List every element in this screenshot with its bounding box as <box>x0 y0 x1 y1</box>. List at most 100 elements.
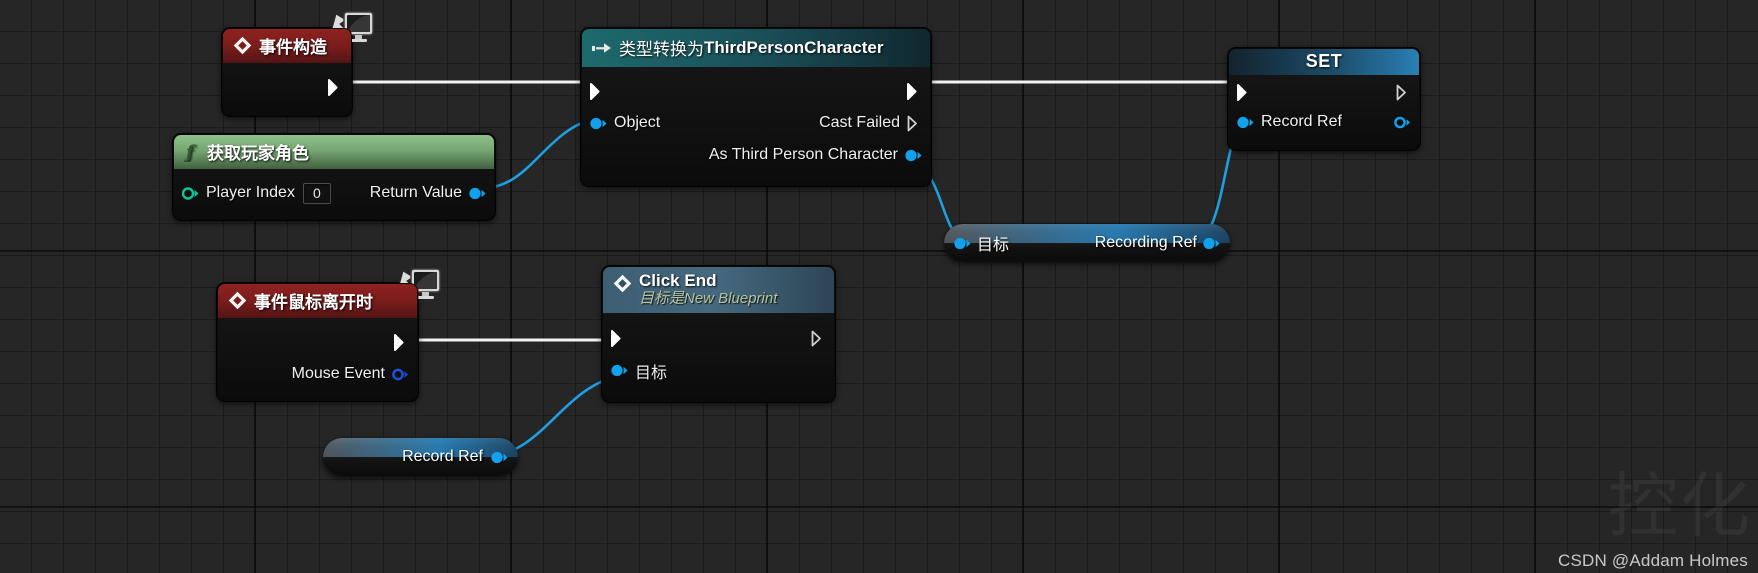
exec-out-pin[interactable] <box>328 78 343 96</box>
target-in-pin[interactable] <box>611 364 628 377</box>
cast-object-left: Object <box>582 114 660 132</box>
as-third-person-character-pin[interactable] <box>905 149 922 162</box>
click-end-exec-in-left <box>603 330 626 348</box>
set-record-ref-label: Record Ref <box>1261 113 1342 130</box>
player-index-value[interactable]: 0 <box>302 182 331 204</box>
click-end-exec-row <box>603 323 834 355</box>
cast-arrow-icon <box>592 41 612 55</box>
event-mouse-leave-title: 事件鼠标离开时 <box>254 293 373 312</box>
mouse-leave-exec-row <box>218 326 417 358</box>
node-event-mouse-leave[interactable]: 事件鼠标离开时 Mouse Event <box>217 268 441 401</box>
node-set-record-ref[interactable]: SET Record Ref <box>1228 48 1420 150</box>
exec-out-pin[interactable] <box>907 82 922 100</box>
cast-node-title-bar: 类型转换为 ThirdPersonCharacter <box>582 29 930 67</box>
return-value-pin[interactable] <box>469 187 486 200</box>
record-ref-in-pin[interactable] <box>1237 116 1254 129</box>
function-f-icon: ƒ <box>184 142 200 162</box>
get-player-character-body: ƒ 获取玩家角色 Player Index 0 Return Value <box>173 134 495 220</box>
cast-exec-out-right <box>907 82 930 100</box>
get-player-character-title: 获取玩家角色 <box>207 144 309 163</box>
recording-ref-target-label: 目标 <box>977 237 1010 254</box>
exec-in-pin[interactable] <box>611 330 626 348</box>
object-label: Object <box>614 114 661 131</box>
exec-out-pin[interactable] <box>1396 84 1411 101</box>
blueprint-graph-canvas[interactable]: 事件构造 ƒ 获取玩家角色 Player Index 0 Return Valu… <box>0 0 1758 573</box>
node-click-end[interactable]: Click End 目标是New Blueprint 目标 <box>602 266 835 402</box>
get-player-character-rows: Player Index 0 Return Value <box>174 169 494 219</box>
cast-exec-in-left <box>582 82 605 100</box>
event-diamond-icon <box>228 291 247 310</box>
exec-out-pin[interactable] <box>394 333 409 351</box>
mouse-event-label: Mouse Event <box>291 365 385 382</box>
target-in-pin[interactable] <box>954 237 971 250</box>
mouse-event-right: Mouse Event <box>292 365 417 383</box>
get-player-character-pin-row: Player Index 0 Return Value <box>174 179 494 207</box>
event-diamond-icon <box>233 36 252 55</box>
cast-exec-row <box>582 75 930 107</box>
mouse-leave-exec-right <box>394 333 417 351</box>
click-end-rows: 目标 <box>603 313 834 401</box>
event-construct-exec-right <box>328 78 351 96</box>
recording-ref-out-pin-wrap <box>1203 237 1220 250</box>
set-recordref-out-right <box>1394 116 1419 129</box>
record-ref-out-pin[interactable] <box>1394 116 1411 129</box>
click-end-title-bar: Click End 目标是New Blueprint <box>603 267 834 313</box>
cast-node-title-prefix: 类型转换为 <box>619 40 704 59</box>
record-ref-getter-pin-wrap <box>491 451 508 464</box>
event-construct-body: 事件构造 <box>222 28 352 116</box>
event-construct-exec-row <box>223 73 351 101</box>
recording-ref-out-pin[interactable] <box>1203 237 1220 250</box>
event-mouse-leave-body: 事件鼠标离开时 Mouse Event <box>217 283 418 401</box>
recording-ref-target-pin-wrap <box>954 237 971 250</box>
cast-node-rows: Object Cast Failed As Third Person Chara… <box>582 67 930 185</box>
get-player-character-title-bar: ƒ 获取玩家角色 <box>174 135 494 169</box>
cast-failed-right: Cast Failed <box>819 114 930 132</box>
set-node-title: SET <box>1305 51 1343 71</box>
exec-in-pin[interactable] <box>1237 83 1252 101</box>
cast-as-character-right: As Third Person Character <box>709 146 930 164</box>
click-end-target-left: 目标 <box>603 359 667 383</box>
event-mouse-leave-title-bar: 事件鼠标离开时 <box>218 284 417 318</box>
click-end-target-row: 目标 <box>603 355 834 387</box>
node-recording-ref-getter[interactable]: 目标 Recording Ref <box>944 224 1230 262</box>
node-event-construct[interactable]: 事件构造 <box>222 11 374 116</box>
return-value-label: Return Value <box>369 184 462 201</box>
as-third-person-character-label: As Third Person Character <box>708 146 898 163</box>
exec-out-pin[interactable] <box>811 330 826 347</box>
set-node-body: SET Record Ref <box>1228 48 1420 150</box>
click-end-body: Click End 目标是New Blueprint 目标 <box>602 266 835 402</box>
cast-failed-label: Cast Failed <box>819 114 900 131</box>
cast-object-row: Object Cast Failed <box>582 107 930 139</box>
cast-failed-exec-pin[interactable] <box>907 115 922 132</box>
svg-text:ƒ: ƒ <box>184 142 197 162</box>
record-ref-out-pin[interactable] <box>491 451 508 464</box>
player-index-left: Player Index 0 <box>174 182 331 204</box>
return-value-right: Return Value <box>370 184 494 202</box>
object-pin[interactable] <box>590 117 607 130</box>
event-construct-title-bar: 事件构造 <box>223 29 351 63</box>
click-end-title: Click End <box>639 271 717 290</box>
mouse-event-struct-pin[interactable] <box>392 368 409 381</box>
cast-node-body: 类型转换为 ThirdPersonCharacter Object Cast F… <box>581 28 931 186</box>
event-mouse-leave-rows: Mouse Event <box>218 318 417 400</box>
set-recordref-left: Record Ref <box>1229 113 1342 131</box>
player-index-pin[interactable] <box>182 186 199 200</box>
set-recordref-row: Record Ref <box>1229 107 1419 137</box>
player-index-label: Player Index <box>206 184 295 201</box>
set-node-rows: Record Ref <box>1229 75 1419 149</box>
watermark-credit: CSDN @Addam Holmes <box>1558 551 1748 570</box>
node-get-player-character[interactable]: ƒ 获取玩家角色 Player Index 0 Return Value <box>173 134 495 220</box>
node-record-ref-getter[interactable]: Record Ref <box>323 438 518 476</box>
node-cast-to-thirdpersoncharacter[interactable]: 类型转换为 ThirdPersonCharacter Object Cast F… <box>581 28 931 186</box>
exec-in-pin[interactable] <box>590 82 605 100</box>
recording-ref-output-label: Recording Ref <box>1094 234 1197 251</box>
wire-data-returnvalue-to-object <box>482 116 597 190</box>
event-construct-title: 事件构造 <box>259 38 327 57</box>
cast-node-title-target: ThirdPersonCharacter <box>704 37 884 57</box>
watermark-glyph: 控化 <box>1608 465 1752 547</box>
event-diamond-icon <box>613 274 632 293</box>
event-construct-rows <box>223 63 351 115</box>
set-node-title-bar: SET <box>1229 49 1419 75</box>
click-end-subtitle: 目标是New Blueprint <box>639 289 778 307</box>
click-end-target-label: 目标 <box>635 364 668 382</box>
